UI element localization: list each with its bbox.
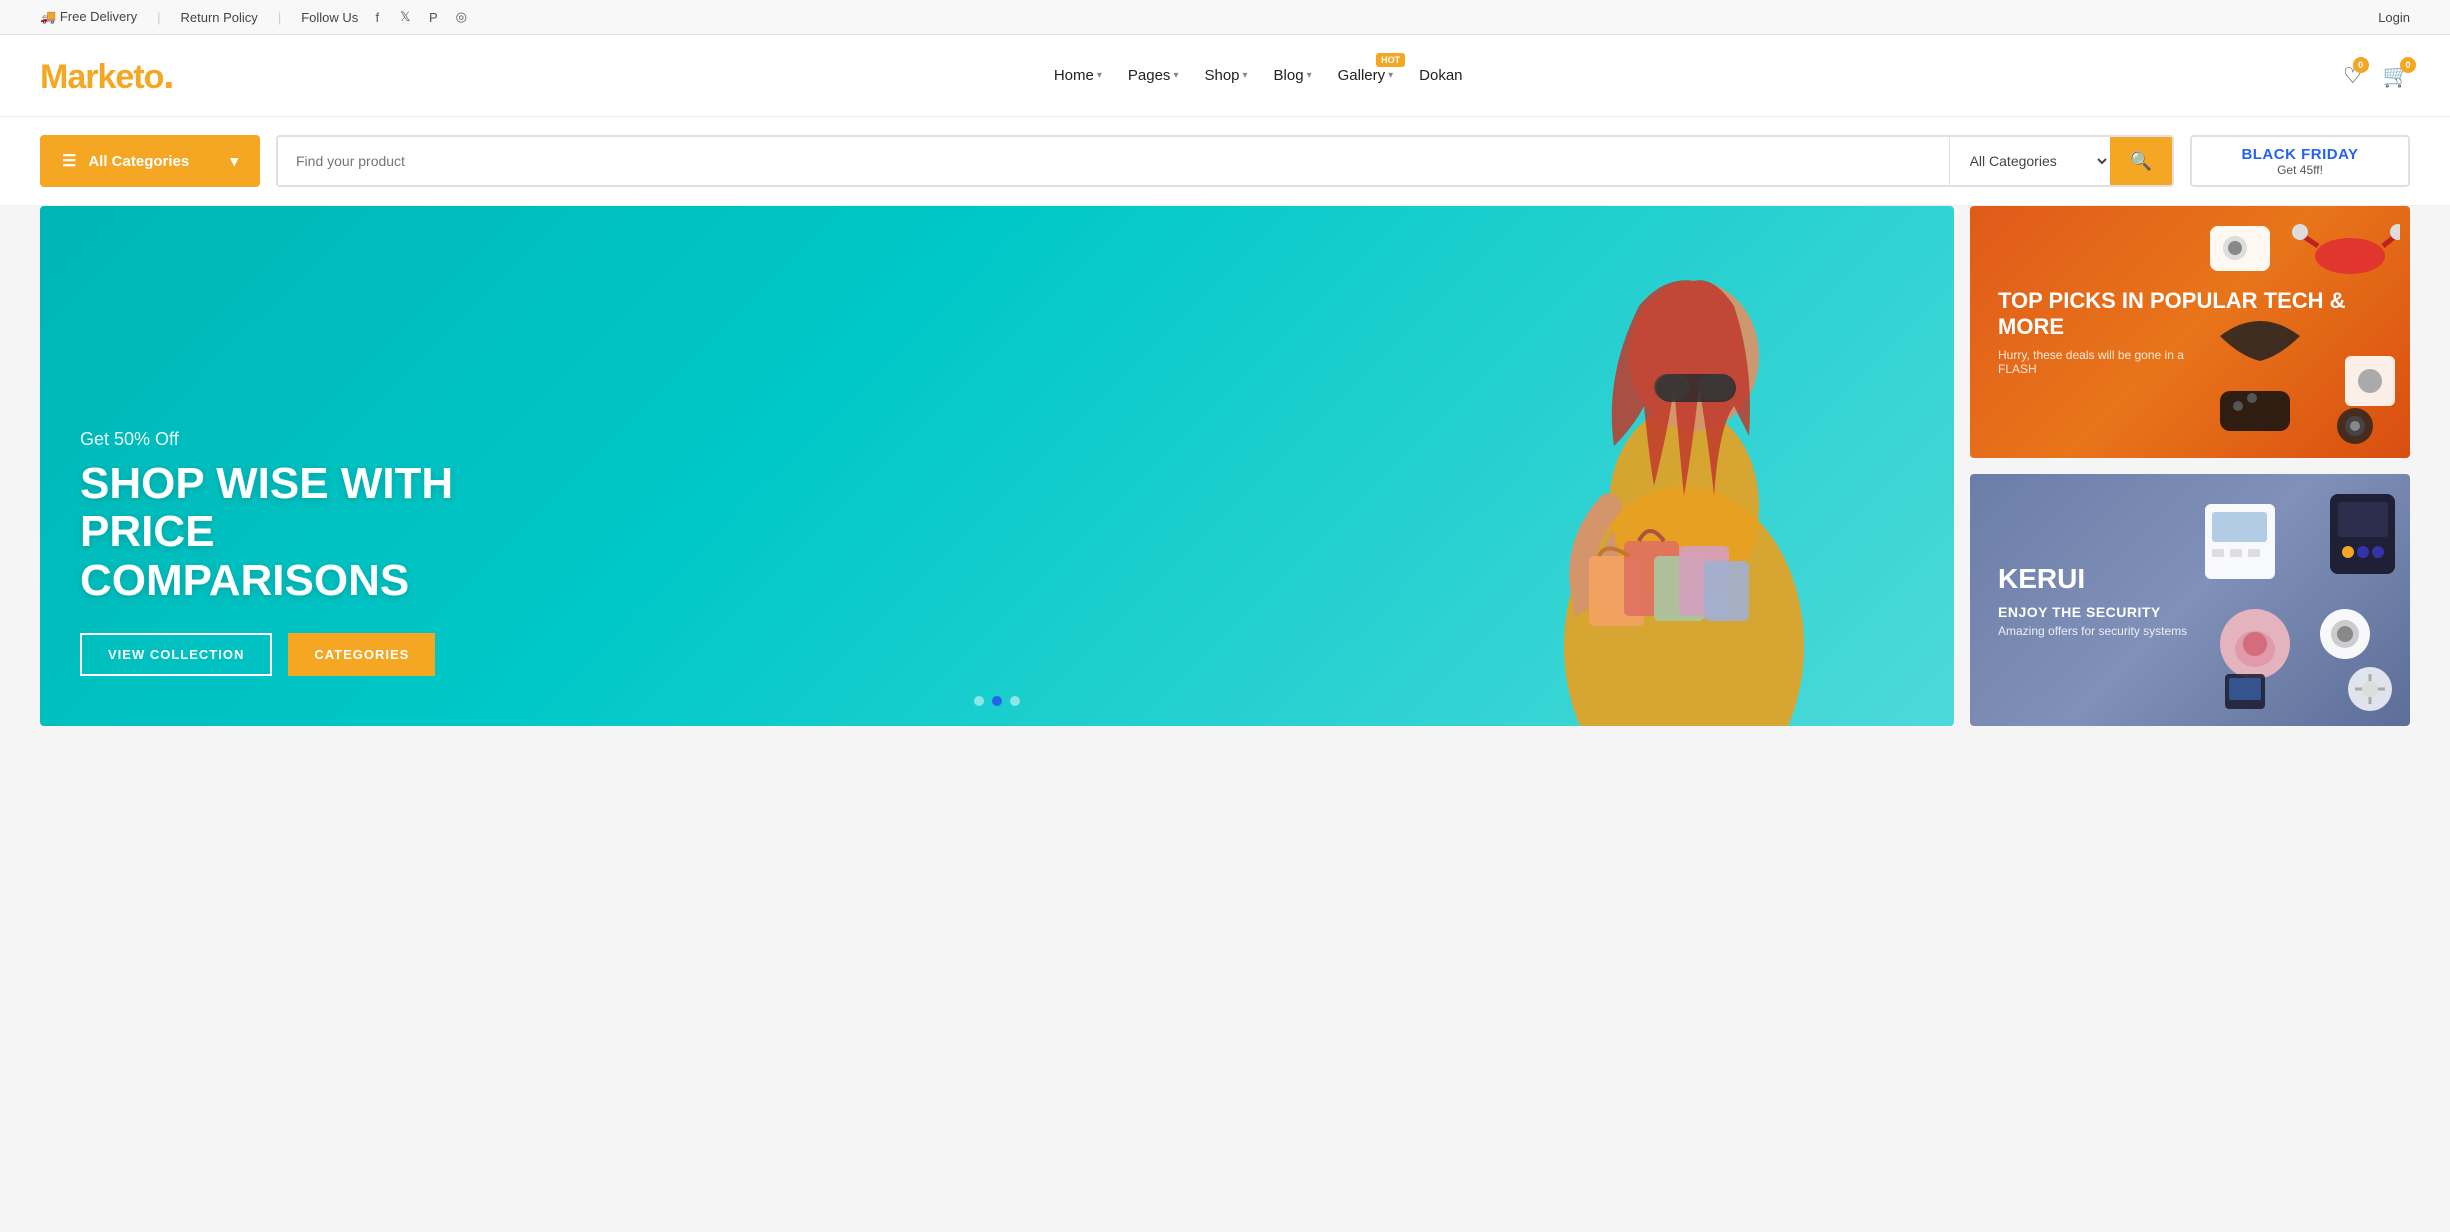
slide-dot-1[interactable] bbox=[974, 696, 984, 706]
nav-home[interactable]: Home ▾ bbox=[1044, 61, 1112, 90]
search-container: All Categories Electronics Clothing Book… bbox=[276, 135, 2174, 187]
security-gadgets-decoration bbox=[2200, 484, 2400, 714]
cart-button[interactable]: 🛒 0 bbox=[2383, 63, 2410, 89]
chevron-down-icon: ▾ bbox=[1173, 70, 1178, 81]
security-banner-subtitle1: ENJOY THE SECURITY bbox=[1998, 604, 2187, 620]
follow-us-section: Follow Us f 𝕏 P ◎ bbox=[301, 8, 470, 26]
hero-section: Get 50% Off SHOP WISE WITH PRICE COMPARI… bbox=[0, 206, 2450, 746]
chevron-down-icon: ▾ bbox=[1243, 70, 1248, 81]
logo-text: Marketo bbox=[40, 58, 163, 96]
slide-dot-3[interactable] bbox=[1010, 696, 1020, 706]
security-banner-subtitle2: Amazing offers for security systems bbox=[1998, 624, 2187, 638]
slide-dots bbox=[974, 696, 1020, 706]
hero-side-banners: TOP PICKS IN POPULAR TECH & MORE Hurry, … bbox=[1970, 206, 2410, 726]
black-friday-banner[interactable]: BLACK FRIDAY Get 45ff! bbox=[2190, 135, 2410, 187]
tech-banner-content: TOP PICKS IN POPULAR TECH & MORE Hurry, … bbox=[1998, 288, 2382, 377]
topbar-divider: | bbox=[157, 10, 160, 25]
header-icons: ♡ 0 🛒 0 bbox=[2343, 63, 2410, 89]
pinterest-icon[interactable]: P bbox=[424, 8, 442, 26]
hero-buttons: VIEW COLLECTION CATEGORIES bbox=[80, 633, 540, 676]
return-policy[interactable]: Return Policy bbox=[181, 10, 258, 25]
chevron-down-icon: ▾ bbox=[1388, 70, 1393, 81]
nav-shop[interactable]: Shop ▾ bbox=[1194, 61, 1257, 90]
free-delivery: 🚚 Free Delivery bbox=[40, 9, 137, 25]
view-collection-button[interactable]: VIEW COLLECTION bbox=[80, 633, 272, 676]
hero-woman-figure bbox=[1474, 216, 1894, 726]
black-friday-title: BLACK FRIDAY bbox=[2241, 146, 2358, 163]
nav-gallery[interactable]: Hot Gallery ▾ bbox=[1328, 61, 1404, 90]
hero-main-content: Get 50% Off SHOP WISE WITH PRICE COMPARI… bbox=[80, 429, 540, 676]
topbar: 🚚 Free Delivery | Return Policy | Follow… bbox=[0, 0, 2450, 35]
tech-banner-title: TOP PICKS IN POPULAR TECH & MORE bbox=[1998, 288, 2382, 341]
category-select[interactable]: All Categories Electronics Clothing Book… bbox=[1950, 137, 2110, 185]
cart-count: 0 bbox=[2400, 57, 2416, 73]
wishlist-count: 0 bbox=[2353, 57, 2369, 73]
wishlist-button[interactable]: ♡ 0 bbox=[2343, 63, 2363, 89]
search-button[interactable]: 🔍 bbox=[2110, 137, 2172, 185]
slide-dot-2[interactable] bbox=[992, 696, 1002, 706]
hot-badge: Hot bbox=[1376, 53, 1405, 67]
search-area: ☰ All Categories ▾ All Categories Electr… bbox=[0, 117, 2450, 206]
hero-main-banner: Get 50% Off SHOP WISE WITH PRICE COMPARI… bbox=[40, 206, 1954, 726]
login-link[interactable]: Login bbox=[2378, 10, 2410, 25]
topbar-left: 🚚 Free Delivery | Return Policy | Follow… bbox=[40, 8, 470, 26]
all-categories-button[interactable]: ☰ All Categories ▾ bbox=[40, 135, 260, 187]
delivery-truck-icon: 🚚 bbox=[40, 9, 56, 24]
tech-banner[interactable]: TOP PICKS IN POPULAR TECH & MORE Hurry, … bbox=[1970, 206, 2410, 458]
facebook-icon[interactable]: f bbox=[368, 8, 386, 26]
nav-pages[interactable]: Pages ▾ bbox=[1118, 61, 1189, 90]
header: Marketo. Home ▾ Pages ▾ Shop ▾ Blog ▾ Ho… bbox=[0, 35, 2450, 117]
logo-dot: . bbox=[163, 53, 173, 97]
instagram-icon[interactable]: ◎ bbox=[452, 8, 470, 26]
logo[interactable]: Marketo. bbox=[40, 53, 174, 98]
security-banner-title: KERUI bbox=[1998, 562, 2187, 596]
twitter-icon[interactable]: 𝕏 bbox=[396, 8, 414, 26]
hero-title: SHOP WISE WITH PRICE COMPARISONS bbox=[80, 460, 540, 605]
search-icon: 🔍 bbox=[2130, 151, 2152, 172]
hamburger-icon: ☰ bbox=[62, 151, 76, 171]
search-input[interactable] bbox=[278, 137, 1949, 185]
tech-banner-subtitle: Hurry, these deals will be gone in a FLA… bbox=[1998, 348, 2198, 376]
security-banner-content: KERUI ENJOY THE SECURITY Amazing offers … bbox=[1998, 562, 2187, 638]
main-nav: Home ▾ Pages ▾ Shop ▾ Blog ▾ Hot Gallery… bbox=[1044, 61, 1473, 90]
chevron-down-icon: ▾ bbox=[230, 152, 238, 170]
nav-dokan[interactable]: Dokan bbox=[1409, 61, 1472, 90]
nav-blog[interactable]: Blog ▾ bbox=[1264, 61, 1322, 90]
topbar-divider2: | bbox=[278, 10, 281, 25]
security-banner[interactable]: KERUI ENJOY THE SECURITY Amazing offers … bbox=[1970, 474, 2410, 726]
categories-button[interactable]: CATEGORIES bbox=[288, 633, 435, 676]
chevron-down-icon: ▾ bbox=[1097, 70, 1102, 81]
black-friday-subtitle: Get 45ff! bbox=[2277, 163, 2323, 177]
hero-discount-text: Get 50% Off bbox=[80, 429, 540, 450]
chevron-down-icon: ▾ bbox=[1307, 70, 1312, 81]
